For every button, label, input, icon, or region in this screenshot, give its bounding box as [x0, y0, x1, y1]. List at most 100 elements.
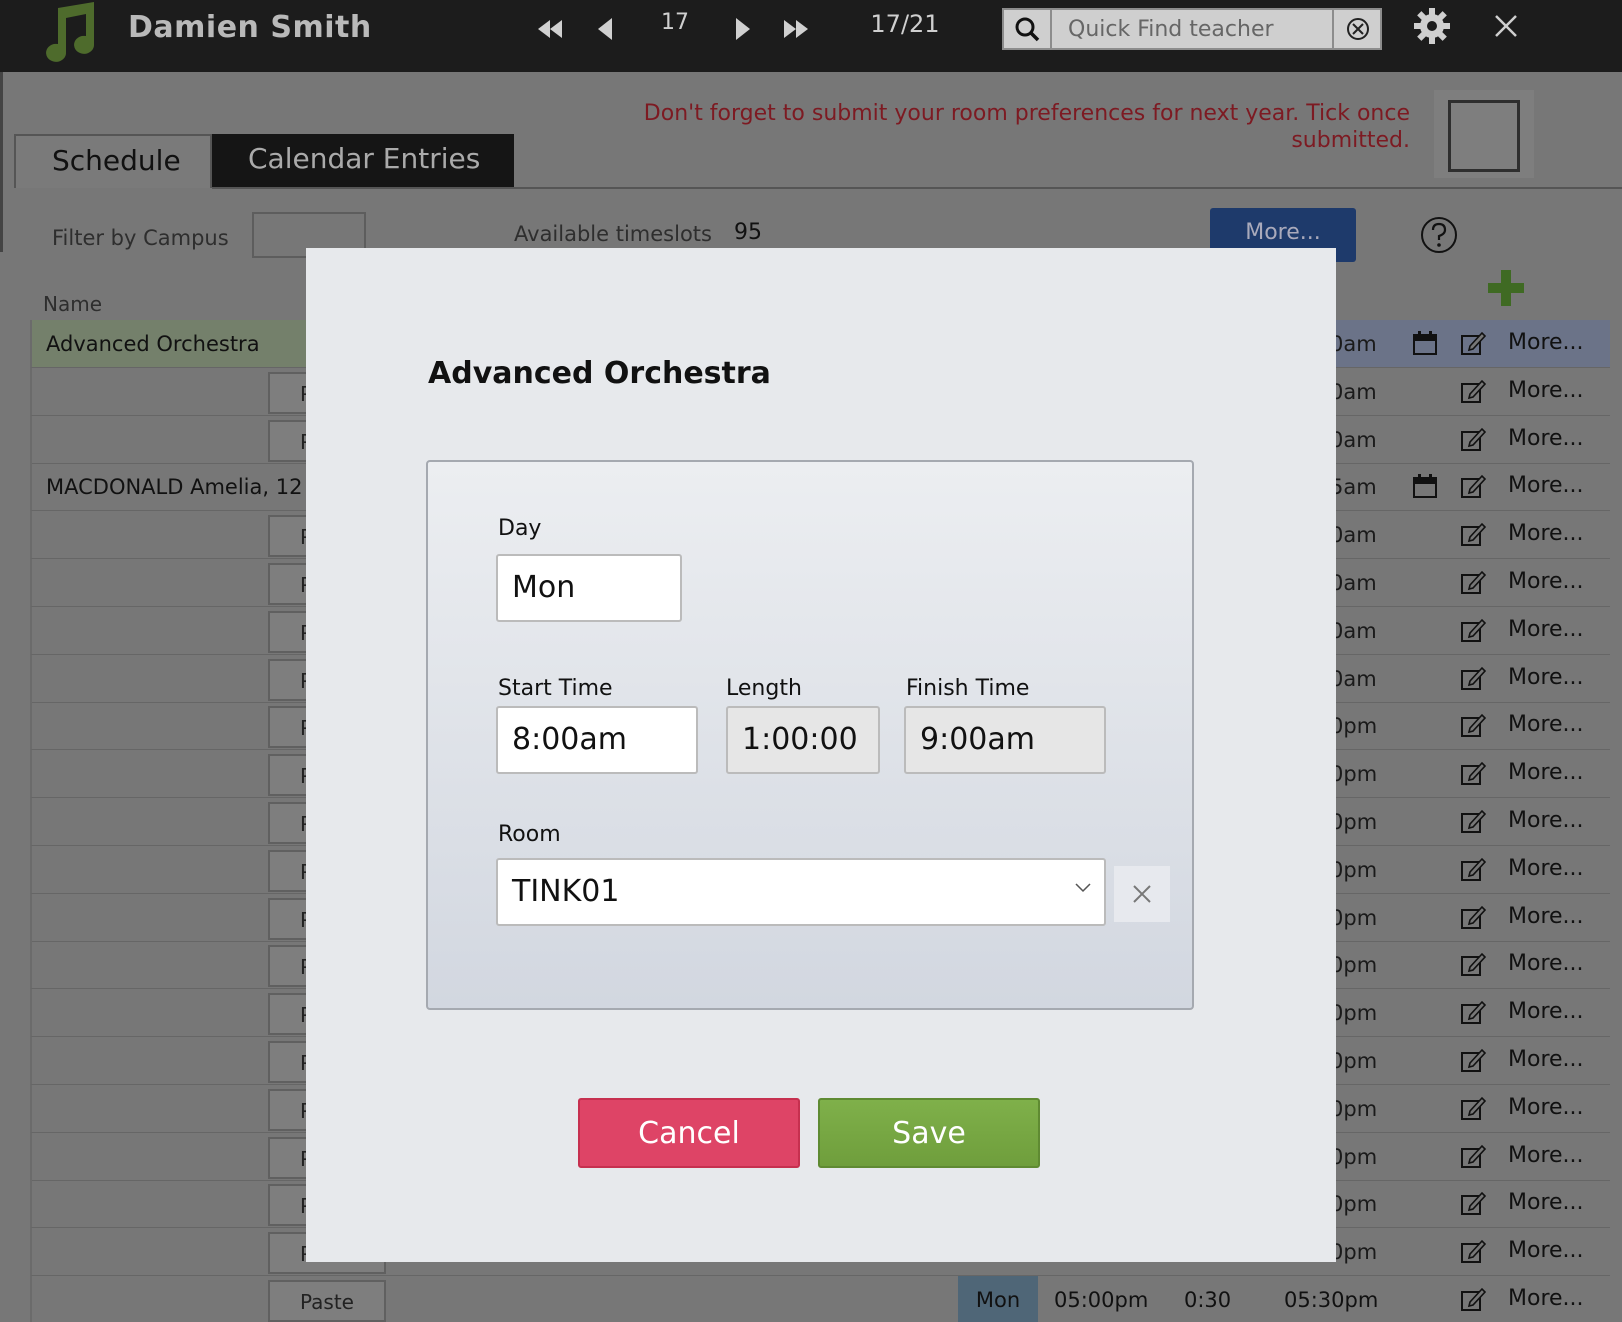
time-cell: 0am: [1330, 666, 1377, 691]
paste-button[interactable]: Paste: [268, 1280, 386, 1322]
time-cell: 0am: [1330, 379, 1377, 404]
gear-icon[interactable]: [1412, 6, 1452, 46]
cancel-button[interactable]: Cancel: [578, 1098, 800, 1168]
checkbox-square[interactable]: [1448, 100, 1520, 172]
row-more-link[interactable]: More...: [1508, 999, 1584, 1024]
tab-calendar-entries[interactable]: Calendar Entries: [212, 134, 514, 188]
save-button[interactable]: Save: [818, 1098, 1040, 1168]
edit-icon[interactable]: [1460, 426, 1486, 452]
room-select[interactable]: TINK01: [496, 858, 1106, 926]
edit-icon[interactable]: [1460, 330, 1486, 356]
previous-page-icon[interactable]: [588, 12, 624, 46]
time-cell: 0pm: [1330, 1144, 1378, 1169]
edit-icon[interactable]: [1460, 665, 1486, 691]
calendar-icon[interactable]: [1412, 330, 1438, 356]
quick-find-search: [1002, 8, 1382, 50]
row-more-link[interactable]: More...: [1508, 760, 1584, 785]
timeslot-form: Day Mon Start Time 8:00am Length 1:00:00…: [426, 460, 1194, 1010]
row-more-link[interactable]: More...: [1508, 617, 1584, 642]
name-column-header: Name: [43, 292, 103, 316]
edit-icon[interactable]: [1460, 1047, 1486, 1073]
time-cell: 0am: [1330, 332, 1377, 356]
row-more-link[interactable]: More...: [1508, 521, 1584, 546]
top-bar: Damien Smith 17 17/21: [0, 0, 1622, 72]
notice-line-2: submitted.: [1291, 128, 1410, 153]
edit-icon[interactable]: [1460, 999, 1486, 1025]
row-more-link[interactable]: More...: [1508, 1238, 1584, 1263]
row-more-link[interactable]: More...: [1508, 1047, 1584, 1072]
row-more-link[interactable]: More...: [1508, 569, 1584, 594]
edit-icon[interactable]: [1460, 521, 1486, 547]
row-more-link[interactable]: More...: [1508, 856, 1584, 881]
quick-find-input[interactable]: [1054, 10, 1334, 48]
tab-schedule[interactable]: Schedule: [14, 134, 212, 188]
row-more-link[interactable]: More...: [1508, 1095, 1584, 1120]
row-more-link[interactable]: More...: [1508, 378, 1584, 403]
submitted-checkbox[interactable]: [1434, 90, 1534, 178]
edit-icon[interactable]: [1460, 808, 1486, 834]
row-more-link[interactable]: More...: [1508, 473, 1584, 498]
edit-icon[interactable]: [1460, 1238, 1486, 1264]
edit-icon[interactable]: [1460, 904, 1486, 930]
time-cell: 0pm: [1330, 905, 1378, 930]
edit-icon[interactable]: [1460, 712, 1486, 738]
edit-icon[interactable]: [1460, 617, 1486, 643]
time-cell: 5am: [1330, 475, 1377, 500]
available-timeslots-value: 95: [734, 220, 762, 245]
edit-icon[interactable]: [1460, 569, 1486, 595]
day-cell: Mon: [958, 1276, 1038, 1322]
row-name: Advanced Orchestra: [46, 332, 260, 356]
next-page-icon[interactable]: [724, 12, 760, 46]
edit-icon[interactable]: [1460, 1190, 1486, 1216]
time-cell: 0pm: [1330, 762, 1378, 787]
chevron-down-icon: [1075, 883, 1091, 893]
start-time-cell: 05:00pm: [1054, 1288, 1149, 1312]
row-more-link[interactable]: More...: [1508, 808, 1584, 833]
time-cell: 0am: [1330, 571, 1377, 595]
music-note-icon: [46, 2, 95, 62]
row-more-link[interactable]: More...: [1508, 1190, 1584, 1215]
edit-icon[interactable]: [1460, 473, 1486, 499]
edit-icon[interactable]: [1460, 760, 1486, 786]
start-time-field[interactable]: 8:00am: [496, 706, 698, 774]
row-more-link[interactable]: More...: [1508, 951, 1584, 976]
time-cell: 0am: [1330, 618, 1377, 643]
row-more-link[interactable]: More...: [1508, 1143, 1584, 1168]
edit-icon[interactable]: [1460, 1286, 1486, 1312]
row-more-link[interactable]: More...: [1508, 712, 1584, 737]
row-more-link[interactable]: More...: [1508, 426, 1584, 451]
calendar-icon[interactable]: [1412, 473, 1438, 499]
edit-icon[interactable]: [1460, 1143, 1486, 1169]
row-more-link[interactable]: More...: [1508, 1286, 1584, 1311]
time-cell: 0pm: [1330, 953, 1378, 978]
time-cell: 0pm: [1330, 1001, 1378, 1026]
last-page-icon[interactable]: [778, 12, 814, 46]
time-cell: 0pm: [1330, 810, 1378, 834]
time-cell: 0pm: [1330, 1240, 1378, 1265]
time-cell: 0am: [1330, 427, 1377, 452]
edit-icon[interactable]: [1460, 378, 1486, 404]
close-icon: [1133, 885, 1151, 903]
clear-search-icon[interactable]: [1332, 10, 1380, 48]
day-field[interactable]: Mon: [496, 554, 682, 622]
help-icon[interactable]: [1420, 216, 1458, 254]
close-icon[interactable]: [1490, 10, 1522, 42]
first-page-icon[interactable]: [532, 12, 568, 46]
notice-line-1: Don't forget to submit your room prefere…: [643, 101, 1410, 126]
teacher-name: Damien Smith: [128, 10, 372, 45]
add-icon[interactable]: [1486, 268, 1526, 308]
left-edge: [0, 72, 3, 252]
row-more-link[interactable]: More...: [1508, 665, 1584, 690]
search-icon[interactable]: [1004, 10, 1052, 48]
clear-room-button[interactable]: [1114, 866, 1170, 922]
time-cell: 0am: [1330, 523, 1377, 548]
row-more-link[interactable]: More...: [1508, 904, 1584, 929]
edit-icon[interactable]: [1460, 951, 1486, 977]
time-cell: 0pm: [1330, 714, 1378, 739]
edit-icon[interactable]: [1460, 1095, 1486, 1121]
room-preferences-notice: Don't forget to submit your room prefere…: [620, 100, 1410, 154]
edit-icon[interactable]: [1460, 856, 1486, 882]
finish-time-cell: 05:30pm: [1284, 1288, 1379, 1312]
finish-time-label: Finish Time: [906, 676, 1030, 701]
row-more-link[interactable]: More...: [1508, 330, 1584, 355]
